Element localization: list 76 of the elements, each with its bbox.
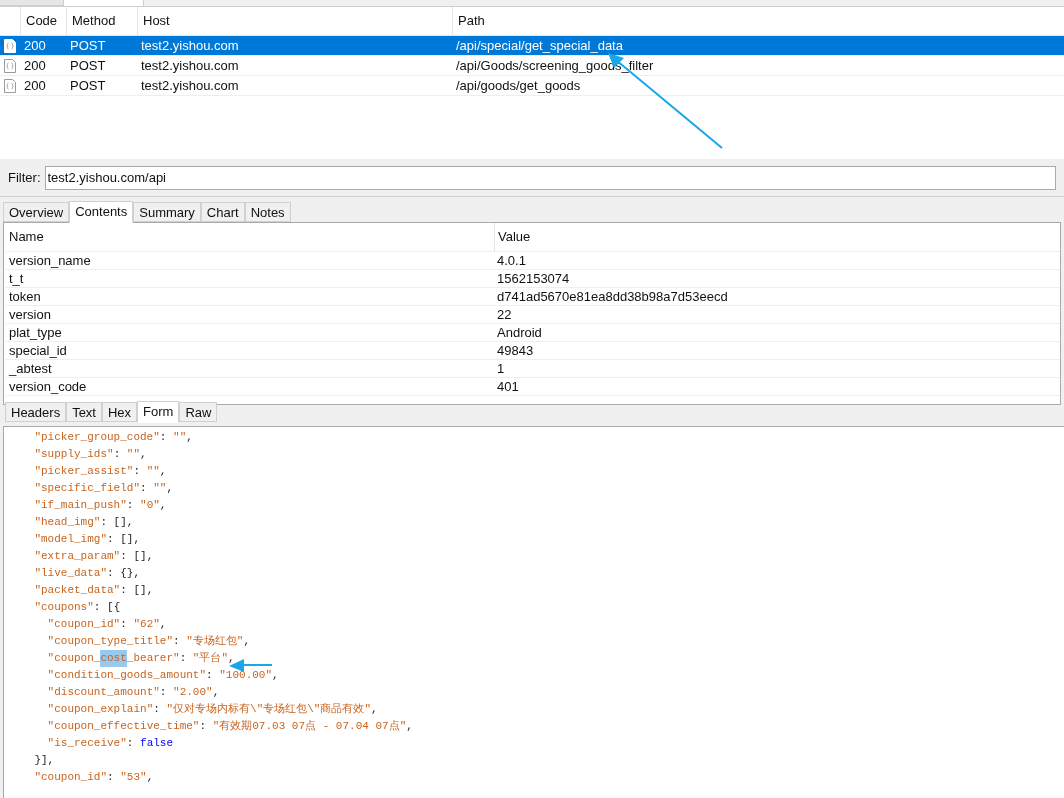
code-line: "coupon_id": "53", xyxy=(33,770,155,785)
table-cell-text: Android xyxy=(496,323,543,342)
code-line: }], xyxy=(33,753,56,768)
code-text: "coupon_ xyxy=(46,651,101,666)
table-cell-text: version_name xyxy=(8,251,92,270)
code-line: "if_main_push": "0", xyxy=(33,498,168,513)
table-cell-text: POST xyxy=(69,56,107,75)
code-line: "live_data": {}, xyxy=(33,566,142,581)
session-row[interactable]: 200 POST test2.yishou.com /api/special/get_special_data xyxy=(0,36,1064,56)
code-line: "packet_data": [], xyxy=(33,583,155,598)
table-cell-text: token xyxy=(8,287,42,306)
table-cell-text: 49843 xyxy=(496,341,535,360)
tab[interactable]: Notes xyxy=(244,202,291,222)
code-line: "specific_field": "", xyxy=(33,481,175,496)
table-cell-text: 200 xyxy=(23,56,47,75)
code-line: "coupon_explain": "仅对专场内标有\"专场红包\"商品有效", xyxy=(46,702,379,717)
column-header[interactable]: Method xyxy=(66,7,137,35)
session-row[interactable]: 200 POST test2.yishou.com /api/goods/get_goods xyxy=(0,76,1064,96)
table-cell-text: 1 xyxy=(496,359,506,378)
column-header[interactable]: Name xyxy=(6,223,494,251)
table-cell-text: plat_type xyxy=(8,323,63,342)
code-line: "extra_param": [], xyxy=(33,549,155,564)
document-icon xyxy=(4,78,16,93)
table-cell-text: _abtest xyxy=(7,359,53,378)
tab[interactable]: Contents xyxy=(69,201,134,223)
table-cell-text: test2.yishou.com xyxy=(140,76,240,95)
code-line: "condition_goods_amount": "100.00", xyxy=(46,668,280,683)
document-icon xyxy=(4,58,16,73)
code-line: "is_receive": false xyxy=(46,736,175,751)
table-cell-text: test2.yishou.com xyxy=(140,36,240,55)
table-cell-text: d741ad5670e81ea8dd38b98a7d53eecd xyxy=(496,287,729,306)
table-cell-text: special_id xyxy=(8,341,68,360)
filter-label: Filter: xyxy=(8,168,41,187)
table-cell-text: 200 xyxy=(23,76,47,95)
tab[interactable]: Summary xyxy=(133,202,201,222)
tab[interactable]: Headers xyxy=(5,402,67,422)
column-header[interactable]: Code xyxy=(20,7,66,35)
column-header[interactable]: Value xyxy=(494,223,1060,251)
tab[interactable]: Hex xyxy=(102,402,138,422)
tab[interactable] xyxy=(64,0,144,6)
table-cell-text: 22 xyxy=(496,305,513,324)
table-cell-text: version xyxy=(8,305,52,324)
code-line: "coupon_id": "62", xyxy=(46,617,168,632)
tab[interactable]: Chart xyxy=(200,202,245,222)
tab[interactable] xyxy=(0,0,64,6)
code-line: "discount_amount": "2.00", xyxy=(46,685,221,700)
filter-field[interactable]: test2.yishou.com/api xyxy=(44,165,1056,190)
code-text: _bearer": "平台", xyxy=(126,651,235,666)
table-cell-text: 1562153074 xyxy=(496,269,571,288)
tab[interactable]: Text xyxy=(66,402,102,422)
table-cell-text: 401 xyxy=(496,377,520,396)
tab[interactable]: Raw xyxy=(179,402,218,422)
table-cell-text: POST xyxy=(69,76,107,95)
tab[interactable]: Overview xyxy=(3,202,70,222)
table-cell-text: /api/special/get_special_data xyxy=(455,36,624,55)
column-header[interactable]: Host xyxy=(137,7,452,35)
document-icon xyxy=(4,38,16,53)
code-line: "model_img": [], xyxy=(33,532,142,547)
column-header[interactable]: Path xyxy=(452,7,1064,35)
table-cell-text: POST xyxy=(69,36,107,55)
table-cell-text: 4.0.1 xyxy=(496,251,527,270)
table-cell-text: t_t xyxy=(8,269,25,288)
table-cell-text: /api/goods/get_goods xyxy=(455,76,582,95)
table-cell-text: 200 xyxy=(23,36,47,55)
code-line: "coupons": [{ xyxy=(33,600,122,615)
text-selection: cost xyxy=(100,650,127,667)
code-line: "head_img": [], xyxy=(33,515,135,530)
code-line: "picker_assist": "", xyxy=(33,464,168,479)
code-line: "coupon_type_title": "专场红包", xyxy=(46,634,252,649)
code-line: "coupon_effective_time": "有效期07.03 07点 - 07.04 07点", xyxy=(46,719,414,734)
table-cell-text: version_code xyxy=(8,377,88,396)
tab[interactable]: Form xyxy=(137,401,180,423)
arrow xyxy=(229,659,273,672)
code-line: "picker_group_code": "", xyxy=(33,430,194,445)
table-cell-text: test2.yishou.com xyxy=(140,56,240,75)
code-line: "supply_ids": "", xyxy=(33,447,148,462)
